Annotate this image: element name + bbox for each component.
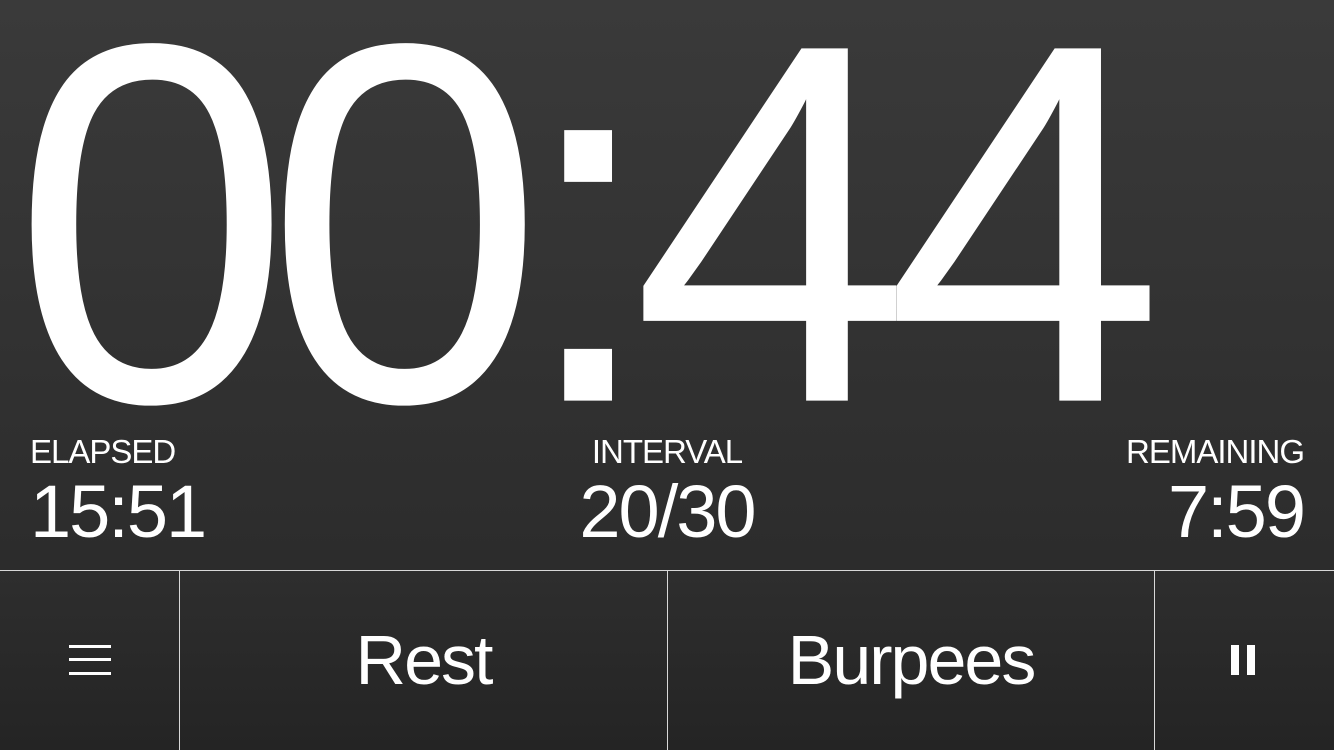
bottom-bar: Rest Burpees [0,570,1334,750]
menu-button[interactable] [0,571,180,750]
pause-button[interactable] [1155,571,1334,750]
remaining-value: 7:59 [1167,470,1306,553]
remaining-stat: REMAINING 7:59 [1125,432,1306,553]
countdown-display: 00:44 [12,0,1164,430]
interval-value: 20/30 [579,470,756,553]
next-exercise-button[interactable]: Burpees [668,571,1155,750]
elapsed-stat: ELAPSED 15:51 [30,432,207,553]
pause-icon [1230,644,1255,675]
current-exercise-label: Rest [355,620,494,699]
interval-label: INTERVAL [591,433,743,470]
menu-icon [68,644,111,675]
interval-stat: INTERVAL 20/30 [467,432,867,552]
remaining-label: REMAINING [1125,433,1305,470]
next-exercise-label: Burpees [787,620,1037,699]
elapsed-label: ELAPSED [30,433,176,470]
elapsed-value: 15:51 [30,470,207,553]
current-exercise-button[interactable]: Rest [180,571,668,750]
main-timer: 00:44 [0,0,1334,430]
